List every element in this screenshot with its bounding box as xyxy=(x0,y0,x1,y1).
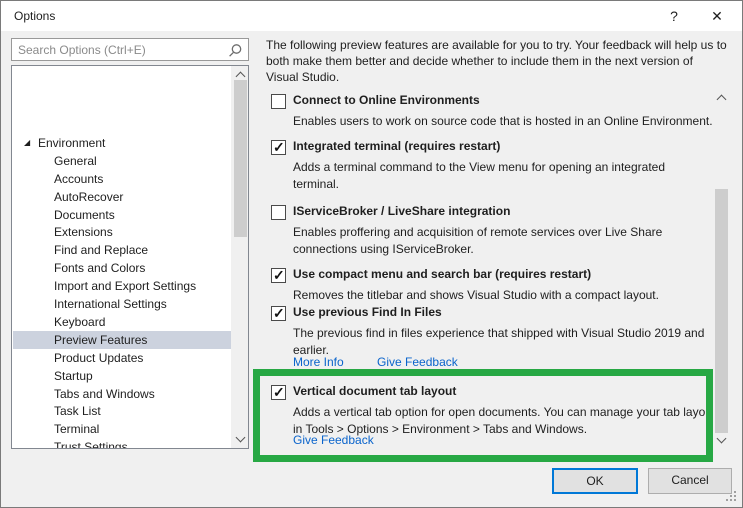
tree-item-tabs-and-windows[interactable]: Tabs and Windows xyxy=(13,385,231,403)
tree-item-label: International Settings xyxy=(54,295,167,313)
tree-item-label: Find and Replace xyxy=(54,241,148,259)
feature-title: Integrated terminal (requires restart) xyxy=(293,139,500,153)
feature-title: Connect to Online Environments xyxy=(293,93,480,107)
options-dialog: Options ? ✕ ◢Environment General Account… xyxy=(0,0,743,508)
cancel-button[interactable]: Cancel xyxy=(648,468,732,494)
feature-title: IServiceBroker / LiveShare integration xyxy=(293,204,510,218)
tree-item-label: Accounts xyxy=(54,170,103,188)
checkbox-vertical-document-tab-layout[interactable] xyxy=(271,385,286,400)
features-scrollbar[interactable] xyxy=(713,89,731,449)
tree-item-terminal[interactable]: Terminal xyxy=(13,420,231,438)
tree-item-label: Import and Export Settings xyxy=(54,277,196,295)
help-icon: ? xyxy=(670,8,678,24)
tree-item-label: Keyboard xyxy=(54,313,105,331)
feature-title: Use compact menu and search bar (require… xyxy=(293,267,591,281)
tree-item-autorecover[interactable]: AutoRecover xyxy=(13,188,231,206)
checkbox-connect-to-online-environments[interactable] xyxy=(271,94,286,109)
tree-item-product-updates[interactable]: Product Updates xyxy=(13,349,231,367)
tree-item-label: Extensions xyxy=(54,223,113,241)
search-input[interactable] xyxy=(12,39,226,60)
feature-links: Give Feedback xyxy=(293,433,404,447)
tree-item-label: Startup xyxy=(54,367,93,385)
feature-description: Adds a terminal command to the View menu… xyxy=(293,159,713,193)
tree-item-label: AutoRecover xyxy=(54,188,123,206)
feature-description: Enables users to work on source code tha… xyxy=(293,113,743,130)
tree-item-accounts[interactable]: Accounts xyxy=(13,170,231,188)
checkbox-integrated-terminal[interactable] xyxy=(271,140,286,155)
checkbox-compact-menu-search-bar[interactable] xyxy=(271,268,286,283)
checkbox-use-previous-find-in-files[interactable] xyxy=(271,306,286,321)
options-tree: ◢Environment General Accounts AutoRecove… xyxy=(11,65,249,449)
tree-item-startup[interactable]: Startup xyxy=(13,367,231,385)
feature-title: Use previous Find In Files xyxy=(293,305,442,319)
tree-item-find-and-replace[interactable]: Find and Replace xyxy=(13,241,231,259)
feature-description: Enables proffering and acquisition of re… xyxy=(293,224,723,258)
tree-scrollbar[interactable] xyxy=(231,66,248,448)
tree-item-label: Task List xyxy=(54,402,101,420)
tree-item-label: Terminal xyxy=(54,420,99,438)
preview-features-intro: The following preview features are avail… xyxy=(266,37,728,85)
tree-item-general[interactable]: General xyxy=(13,152,231,170)
ok-button[interactable]: OK xyxy=(552,468,638,494)
tree-item-fonts-and-colors[interactable]: Fonts and Colors xyxy=(13,259,231,277)
tree-item-task-list[interactable]: Task List xyxy=(13,402,231,420)
scrollbar-down-icon[interactable] xyxy=(236,433,246,443)
scrollbar-down-icon[interactable] xyxy=(717,434,727,444)
feature-title: Vertical document tab layout xyxy=(293,384,456,398)
tree-item-trust-settings[interactable]: Trust Settings xyxy=(13,438,231,449)
feature-description: Removes the titlebar and shows Visual St… xyxy=(293,287,743,304)
search-box xyxy=(11,38,249,61)
feature-description: The previous find in files experience th… xyxy=(293,325,743,359)
tree-item-label: Tabs and Windows xyxy=(54,385,155,403)
tree-item-label: Product Updates xyxy=(54,349,143,367)
tree-item-label: Environment xyxy=(38,134,105,152)
window-title: Options xyxy=(14,9,55,23)
close-button[interactable]: ✕ xyxy=(697,1,737,31)
tree-item-international-settings[interactable]: International Settings xyxy=(13,295,231,313)
resize-grip[interactable] xyxy=(726,491,728,493)
tree-item-label: Fonts and Colors xyxy=(54,259,145,277)
scrollbar-thumb[interactable] xyxy=(715,189,728,433)
close-icon: ✕ xyxy=(711,8,723,24)
tree-item-label: Trust Settings xyxy=(54,438,128,449)
tree-expanded-icon[interactable]: ◢ xyxy=(24,134,36,152)
feature-links: More Info Give Feedback xyxy=(293,355,488,369)
tree-item-keyboard[interactable]: Keyboard xyxy=(13,313,231,331)
give-feedback-link[interactable]: Give Feedback xyxy=(293,433,374,447)
tree-item-extensions[interactable]: Extensions xyxy=(13,223,231,241)
tree-item-import-and-export-settings[interactable]: Import and Export Settings xyxy=(13,277,231,295)
help-button[interactable]: ? xyxy=(654,1,694,31)
title-bar: Options ? ✕ xyxy=(1,1,742,31)
search-icon xyxy=(228,43,243,61)
tree-item-label: Documents xyxy=(54,206,115,224)
scrollbar-up-icon[interactable] xyxy=(717,95,727,105)
tree-item-label: General xyxy=(54,152,97,170)
checkbox-iservicebroker-liveshare[interactable] xyxy=(271,205,286,220)
scrollbar-thumb[interactable] xyxy=(234,80,247,237)
tree-item-environment[interactable]: ◢Environment xyxy=(13,134,231,152)
tree-item-label: Preview Features xyxy=(54,331,147,349)
more-info-link[interactable]: More Info xyxy=(293,355,344,369)
tree-item-preview-features[interactable]: Preview Features xyxy=(13,331,231,349)
give-feedback-link[interactable]: Give Feedback xyxy=(377,355,458,369)
tree-item-documents[interactable]: Documents xyxy=(13,206,231,224)
